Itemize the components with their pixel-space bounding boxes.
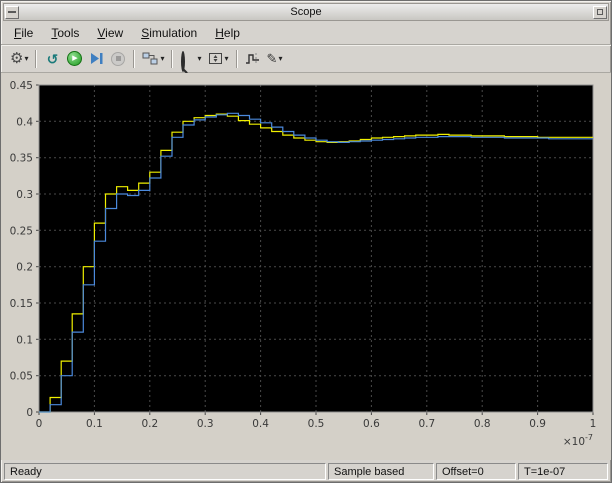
status-offset: Offset=0 bbox=[436, 462, 516, 480]
svg-text:1: 1 bbox=[590, 418, 597, 430]
play-icon: ▶ bbox=[66, 51, 82, 66]
status-time: T=1e-07 bbox=[518, 462, 608, 480]
svg-text:0.2: 0.2 bbox=[16, 262, 33, 274]
svg-text:×10-7: ×10-7 bbox=[563, 433, 593, 448]
pencil-icon: ✎ bbox=[266, 51, 278, 66]
plot-svg[interactable]: 0 0.1 0.2 0.3 0.4 0.5 0.6 0.7 0.8 0.9 1 0 0.05 0.1 0.1… bbox=[5, 75, 607, 455]
toolbar-separator bbox=[171, 49, 174, 68]
stop-icon bbox=[111, 51, 126, 66]
run-button[interactable]: ▶ bbox=[63, 48, 85, 70]
svg-text:0.3: 0.3 bbox=[197, 418, 214, 430]
stepping-options-icon: ↺ bbox=[46, 50, 59, 67]
chevron-down-icon: ▾ bbox=[24, 53, 29, 63]
menu-file[interactable]: File bbox=[5, 23, 42, 43]
menu-view[interactable]: View bbox=[88, 23, 132, 43]
chevron-down-icon: ▾ bbox=[224, 53, 229, 63]
span-axes-icon bbox=[208, 53, 222, 64]
zoom-button[interactable]: ▾ bbox=[177, 48, 204, 74]
chevron-down-icon: ▾ bbox=[278, 53, 283, 63]
svg-text:0.25: 0.25 bbox=[10, 225, 33, 237]
svg-text:0.1: 0.1 bbox=[16, 334, 33, 346]
toolbar-separator bbox=[235, 49, 238, 68]
toolbar: ⚙ ▾ ↺ ▶ ▾ ▾ ▾ ✎ ▾ bbox=[1, 45, 611, 74]
svg-text:0.6: 0.6 bbox=[363, 418, 380, 430]
figure-area: 0 0.1 0.2 0.3 0.4 0.5 0.6 0.7 0.8 0.9 1 0 0.05 0.1 0.1… bbox=[1, 73, 611, 460]
svg-text:0.45: 0.45 bbox=[10, 80, 33, 92]
svg-text:0.05: 0.05 bbox=[10, 371, 33, 383]
chevron-down-icon: ▾ bbox=[197, 53, 202, 63]
svg-text:0.5: 0.5 bbox=[308, 418, 325, 430]
magnifier-icon bbox=[180, 50, 196, 74]
stepping-options-button[interactable]: ↺ bbox=[41, 48, 63, 70]
menu-tools[interactable]: Tools bbox=[42, 23, 88, 43]
gear-icon: ⚙ bbox=[10, 50, 24, 67]
svg-text:0.1: 0.1 bbox=[86, 418, 103, 430]
window-menu-icon bbox=[8, 11, 16, 13]
style-button[interactable]: ✎ ▾ bbox=[264, 48, 286, 70]
svg-text:0: 0 bbox=[36, 418, 43, 430]
svg-text:0: 0 bbox=[26, 407, 33, 419]
menu-simulation[interactable]: Simulation bbox=[132, 23, 206, 43]
maximize-icon bbox=[597, 9, 603, 15]
svg-text:0.3: 0.3 bbox=[16, 189, 33, 201]
svg-text:0.7: 0.7 bbox=[418, 418, 435, 430]
menu-help[interactable]: Help bbox=[206, 23, 249, 43]
signal-selector-button[interactable]: ▾ bbox=[139, 48, 167, 70]
menu-bar: File Tools View Simulation Help bbox=[1, 21, 611, 45]
settings-button[interactable]: ⚙ ▾ bbox=[7, 48, 31, 70]
svg-text:0.4: 0.4 bbox=[252, 418, 269, 430]
signal-selector-icon bbox=[142, 52, 158, 64]
step-forward-button[interactable] bbox=[85, 48, 107, 70]
svg-text:0.4: 0.4 bbox=[16, 116, 33, 128]
scope-window: Scope File Tools View Simulation Help ⚙ … bbox=[0, 0, 612, 483]
window-menu-button[interactable] bbox=[5, 5, 19, 19]
cursor-measurements-button[interactable] bbox=[242, 48, 264, 70]
maximize-button[interactable] bbox=[593, 5, 607, 19]
status-sample-mode: Sample based bbox=[328, 462, 434, 480]
span-axes-button[interactable]: ▾ bbox=[205, 48, 232, 70]
status-bar: Ready Sample based Offset=0 T=1e-07 bbox=[1, 460, 611, 482]
window-title: Scope bbox=[290, 6, 322, 18]
svg-text:0.35: 0.35 bbox=[10, 153, 33, 165]
svg-text:0.2: 0.2 bbox=[141, 418, 158, 430]
stop-button[interactable] bbox=[107, 48, 129, 70]
toolbar-separator bbox=[35, 49, 38, 68]
svg-text:0.9: 0.9 bbox=[529, 418, 546, 430]
cursor-measurements-icon bbox=[245, 53, 259, 64]
svg-text:0.15: 0.15 bbox=[10, 298, 33, 310]
chevron-down-icon: ▾ bbox=[160, 53, 165, 63]
status-ready: Ready bbox=[4, 462, 326, 480]
toolbar-separator bbox=[133, 49, 136, 68]
svg-text:0.8: 0.8 bbox=[474, 418, 491, 430]
title-bar[interactable]: Scope bbox=[3, 3, 609, 21]
step-forward-icon bbox=[90, 53, 103, 64]
